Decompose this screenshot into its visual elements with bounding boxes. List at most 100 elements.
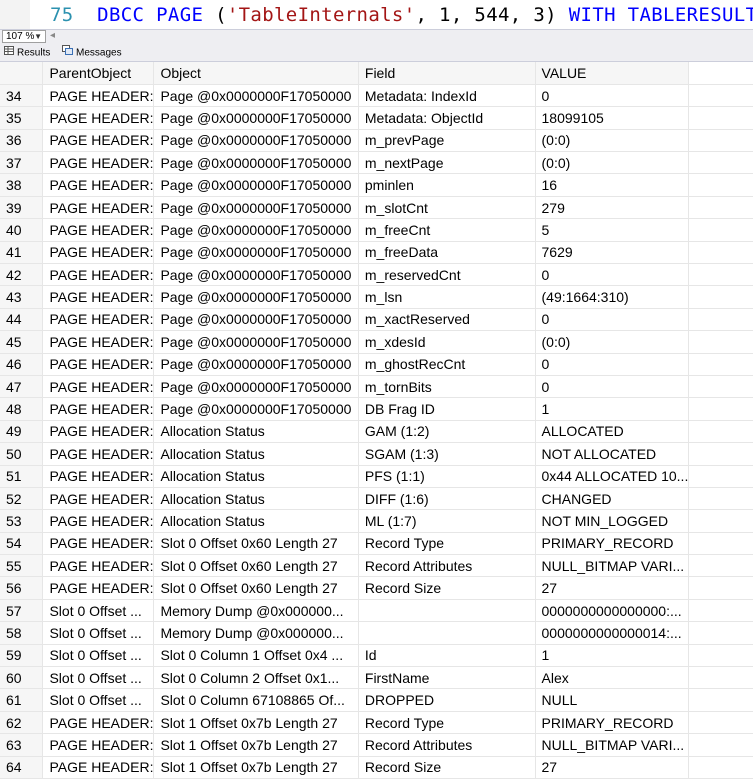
cell-object[interactable]: Slot 0 Offset 0x60 Length 27	[153, 532, 359, 556]
row-number[interactable]: 48	[0, 397, 44, 421]
table-row[interactable]: 42 PAGE HEADER: Page @0x0000000F17050000 m_…	[0, 263, 753, 287]
row-number[interactable]: 56	[0, 576, 44, 600]
row-number[interactable]: 37	[0, 151, 44, 175]
cell-value[interactable]: 0x44 ALLOCATED 10...	[535, 465, 690, 488]
row-number[interactable]: 58	[0, 621, 44, 645]
table-row[interactable]: 49 PAGE HEADER: Allocation Status GAM (1:2)…	[0, 420, 753, 444]
table-row[interactable]: 34 PAGE HEADER: Page @0x0000000F17050000 Me…	[0, 84, 753, 108]
cell-object[interactable]: Page @0x0000000F17050000	[153, 353, 359, 376]
cell-value[interactable]: 279	[535, 196, 690, 220]
cell-object[interactable]: Slot 0 Column 2 Offset 0x1...	[153, 666, 359, 690]
cell-object[interactable]: Slot 1 Offset 0x7b Length 27	[153, 711, 359, 735]
zoom-select[interactable]: 107 % ▼	[2, 30, 46, 43]
cell-value[interactable]: 16	[535, 173, 690, 197]
tab-results[interactable]: Results	[4, 45, 50, 61]
table-row[interactable]: 35 PAGE HEADER: Page @0x0000000F17050000 Me…	[0, 106, 753, 130]
cell-field[interactable]: DIFF (1:6)	[358, 487, 536, 511]
column-header-field[interactable]: Field	[358, 62, 536, 85]
cell-field[interactable]	[358, 599, 536, 623]
row-number[interactable]: 41	[0, 241, 44, 265]
cell-parentobject[interactable]: PAGE HEADER:	[42, 263, 155, 287]
cell-value[interactable]: NULL_BITMAP VARI...	[535, 733, 690, 757]
cell-parentobject[interactable]: PAGE HEADER:	[42, 330, 155, 354]
table-row[interactable]: 59 Slot 0 Offset ... Slot 0 Column 1 Offse…	[0, 644, 753, 668]
table-row[interactable]: 64 PAGE HEADER: Slot 1 Offset 0x7b Length …	[0, 756, 753, 780]
cell-object[interactable]: Page @0x0000000F17050000	[153, 330, 359, 354]
cell-object[interactable]: Allocation Status	[153, 465, 359, 488]
table-row[interactable]: 53 PAGE HEADER: Allocation Status ML (1:7) N…	[0, 509, 753, 533]
tab-messages[interactable]: Messages	[62, 45, 122, 61]
cell-object[interactable]: Slot 1 Offset 0x7b Length 27	[153, 733, 359, 757]
cell-object[interactable]: Slot 1 Offset 0x7b Length 27	[153, 756, 359, 780]
cell-value[interactable]: NULL	[535, 688, 690, 712]
cell-field[interactable]: m_freeData	[358, 241, 536, 265]
row-number[interactable]: 62	[0, 711, 44, 735]
cell-value[interactable]: 27	[535, 576, 690, 600]
cell-parentobject[interactable]: Slot 0 Offset ...	[42, 688, 155, 712]
cell-parentobject[interactable]: Slot 0 Offset ...	[42, 644, 155, 668]
query-editor[interactable]: 75 DBCC PAGE ('TableInternals', 1, 544, …	[0, 0, 753, 29]
cell-field[interactable]: Record Type	[358, 711, 536, 735]
row-number-header[interactable]	[0, 62, 44, 85]
table-row[interactable]: 45 PAGE HEADER: Page @0x0000000F17050000 m_…	[0, 330, 753, 354]
row-number[interactable]: 53	[0, 509, 44, 533]
cell-value[interactable]: PRIMARY_RECORD	[535, 532, 690, 556]
cell-field[interactable]: Record Attributes	[358, 554, 536, 578]
cell-value[interactable]: 0	[535, 375, 690, 399]
code-line[interactable]: 75 DBCC PAGE ('TableInternals', 1, 544, …	[50, 4, 753, 26]
cell-object[interactable]: Page @0x0000000F17050000	[153, 106, 359, 130]
cell-parentobject[interactable]: PAGE HEADER:	[42, 285, 155, 309]
cell-parentobject[interactable]: PAGE HEADER:	[42, 196, 155, 220]
cell-parentobject[interactable]: PAGE HEADER:	[42, 353, 155, 376]
cell-field[interactable]: DB Frag ID	[358, 397, 536, 421]
cell-value[interactable]: (49:1664:310)	[535, 285, 690, 309]
cell-value[interactable]: NOT ALLOCATED	[535, 442, 690, 466]
cell-parentobject[interactable]: PAGE HEADER:	[42, 151, 155, 175]
cell-object[interactable]: Slot 0 Column 1 Offset 0x4 ...	[153, 644, 359, 668]
row-number[interactable]: 57	[0, 599, 44, 623]
cell-value[interactable]: NULL_BITMAP VARI...	[535, 554, 690, 578]
cell-value[interactable]: 0	[535, 308, 690, 332]
cell-object[interactable]: Memory Dump @0x000000...	[153, 621, 359, 645]
cell-parentobject[interactable]: PAGE HEADER:	[42, 532, 155, 556]
table-row[interactable]: 55 PAGE HEADER: Slot 0 Offset 0x60 Length …	[0, 554, 753, 578]
cell-field[interactable]: Id	[358, 644, 536, 668]
column-header-value[interactable]: VALUE	[535, 62, 690, 85]
table-row[interactable]: 44 PAGE HEADER: Page @0x0000000F17050000 m_…	[0, 308, 753, 332]
cell-field[interactable]: pminlen	[358, 173, 536, 197]
cell-field[interactable]: m_prevPage	[358, 129, 536, 153]
cell-field[interactable]: FirstName	[358, 666, 536, 690]
row-number[interactable]: 38	[0, 173, 44, 197]
cell-field[interactable]: m_xdesId	[358, 330, 536, 354]
cell-field[interactable]: m_tornBits	[358, 375, 536, 399]
cell-value[interactable]: 0000000000000014:...	[535, 621, 690, 645]
cell-value[interactable]: 1	[535, 644, 690, 668]
table-row[interactable]: 39 PAGE HEADER: Page @0x0000000F17050000 m_…	[0, 196, 753, 220]
table-row[interactable]: 51 PAGE HEADER: Allocation Status PFS (1:1)…	[0, 465, 753, 488]
cell-value[interactable]: 1	[535, 397, 690, 421]
cell-field[interactable]: m_ghostRecCnt	[358, 353, 536, 376]
cell-parentobject[interactable]: PAGE HEADER:	[42, 420, 155, 444]
cell-object[interactable]: Slot 0 Offset 0x60 Length 27	[153, 576, 359, 600]
cell-value[interactable]: 27	[535, 756, 690, 780]
cell-field[interactable]: m_nextPage	[358, 151, 536, 175]
cell-field[interactable]: Record Size	[358, 576, 536, 600]
cell-value[interactable]: 0	[535, 353, 690, 376]
row-number[interactable]: 51	[0, 465, 44, 488]
row-number[interactable]: 63	[0, 733, 44, 757]
row-number[interactable]: 46	[0, 353, 44, 376]
cell-value[interactable]: NOT MIN_LOGGED	[535, 509, 690, 533]
cell-value[interactable]: (0:0)	[535, 129, 690, 153]
cell-object[interactable]: Page @0x0000000F17050000	[153, 173, 359, 197]
table-row[interactable]: 61 Slot 0 Offset ... Slot 0 Column 6710886…	[0, 688, 753, 712]
cell-parentobject[interactable]: PAGE HEADER:	[42, 308, 155, 332]
cell-parentobject[interactable]: Slot 0 Offset ...	[42, 666, 155, 690]
cell-object[interactable]: Allocation Status	[153, 420, 359, 444]
table-row[interactable]: 43 PAGE HEADER: Page @0x0000000F17050000 m_…	[0, 285, 753, 309]
cell-object[interactable]: Page @0x0000000F17050000	[153, 308, 359, 332]
cell-field[interactable]	[358, 621, 536, 645]
cell-object[interactable]: Slot 0 Column 67108865 Of...	[153, 688, 359, 712]
cell-field[interactable]: Metadata: IndexId	[358, 84, 536, 108]
table-row[interactable]: 62 PAGE HEADER: Slot 1 Offset 0x7b Length …	[0, 711, 753, 735]
cell-field[interactable]: DROPPED	[358, 688, 536, 712]
